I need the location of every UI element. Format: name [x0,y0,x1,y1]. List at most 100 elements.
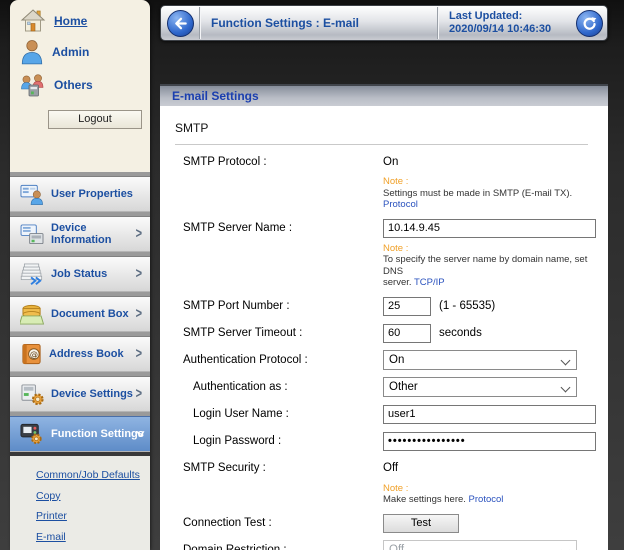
device-information-icon [20,224,45,245]
row-login-password: Login Password : [160,428,608,455]
sidebar-others-label: Others [54,78,93,92]
chevron-right-icon: > [136,386,142,402]
sidebar-item-home[interactable]: Home [10,6,150,36]
auth-protocol-selected-value: On [389,354,404,366]
auth-as-select[interactable]: Other [383,377,577,397]
back-arrow-icon [173,16,188,31]
page: Home Admin Others [0,0,624,550]
home-icon [20,9,46,33]
note-text: Settings must be made in SMTP (E-mail TX… [383,188,572,199]
dropdown-arrow-icon [561,383,571,393]
note-dns: Note : To specify the server name by dom… [383,243,608,289]
smtp-port-input[interactable] [383,297,431,316]
last-updated: Last Updated: 2020/09/14 10:46:30 [449,10,551,36]
topbar-divider [199,7,200,39]
domain-restriction-label: Domain Restriction : [160,544,383,550]
note-security: Note : Make settings here. Protocol [383,483,608,506]
row-login-user: Login User Name : [160,401,608,428]
login-password-label: Login Password : [160,435,383,447]
auth-as-selected-value: Other [389,381,418,393]
smtp-port-label: SMTP Port Number : [160,300,383,312]
smtp-port-range-hint: (1 - 65535) [439,300,495,312]
auth-protocol-label: Authentication Protocol : [160,354,383,366]
row-smtp-timeout: SMTP Server Timeout : seconds [160,320,608,347]
document-box-icon [20,304,45,325]
smtp-protocol-value: On [383,156,398,168]
section-divider [175,144,588,145]
chevron-down-icon: > [131,431,147,437]
menu-label: Address Book [49,348,124,360]
login-password-input[interactable] [383,432,596,451]
sidebar-account-section: Home Admin Others [10,0,150,172]
admin-user-icon [20,39,44,65]
address-book-icon: @ [20,343,43,365]
function-settings-icon [20,423,45,445]
refresh-button[interactable] [576,10,603,37]
chevron-right-icon: > [136,226,142,242]
menu-label: Device Settings [51,388,133,400]
dropdown-arrow-icon [561,356,571,366]
sidebar-item-function-settings[interactable]: Function Settings > [10,416,150,452]
submenu-link-copy[interactable]: Copy [36,486,150,507]
submenu-link-email[interactable]: E-mail [36,527,150,548]
row-smtp-security: SMTP Security : Off [160,455,608,482]
note-title: Note : [383,483,408,494]
device-settings-icon [20,383,45,406]
note-smtp-protocol: Note : Settings must be made in SMTP (E-… [383,176,608,211]
smtp-timeout-label: SMTP Server Timeout : [160,327,383,339]
logout-button[interactable]: Logout [48,110,142,129]
smtp-timeout-unit: seconds [439,327,482,339]
topbar-divider [437,7,438,39]
smtp-security-value: Off [383,462,398,474]
login-user-input[interactable] [383,405,596,424]
last-updated-label: Last Updated: [449,10,551,23]
login-user-label: Login User Name : [160,408,383,420]
row-auth-protocol: Authentication Protocol : On [160,347,608,374]
row-domain-restriction: Domain Restriction : Off [160,537,608,550]
dropdown-arrow-icon [561,546,571,550]
submenu-link-printer[interactable]: Printer [36,506,150,527]
smtp-protocol-label: SMTP Protocol : [160,156,383,168]
sidebar-item-document-box[interactable]: Document Box > [10,296,150,332]
sidebar-item-address-book[interactable]: @ Address Book > [10,336,150,372]
sidebar-admin-label: Admin [52,45,89,59]
menu-label: Job Status [51,268,107,280]
sidebar: Home Admin Others [10,0,150,550]
sidebar-item-user-properties[interactable]: User Properties [10,176,150,212]
connection-test-label: Connection Test : [160,517,383,529]
submenu-link-common-job-defaults[interactable]: Common/Job Defaults [36,465,150,486]
others-users-icon [20,71,46,98]
note-title: Note : [383,243,408,254]
note-text: Make settings here. [383,494,466,505]
row-smtp-protocol: SMTP Protocol : On [160,148,608,175]
auth-as-label: Authentication as : [160,381,383,393]
chevron-right-icon: > [136,306,142,322]
domain-restriction-selected-value: Off [389,544,404,550]
content-panel: E-mail Settings SMTP SMTP Protocol : On … [160,84,608,550]
menu-label: Document Box [51,308,129,320]
smtp-timeout-input[interactable] [383,324,431,343]
auth-protocol-select[interactable]: On [383,350,577,370]
sidebar-item-job-status[interactable]: Job Status > [10,256,150,292]
top-bar: Function Settings : E-mail Last Updated:… [160,5,608,41]
note-text-line2: server. [383,277,412,288]
sidebar-item-admin[interactable]: Admin [10,36,150,68]
section-title-smtp: SMTP [175,121,608,135]
user-properties-icon [20,183,45,205]
note-text-line1: To specify the server name by domain nam… [383,254,587,277]
back-button[interactable] [167,10,194,37]
sidebar-item-others[interactable]: Others [10,68,150,101]
tcpip-link[interactable]: TCP/IP [414,277,445,288]
smtp-server-name-input[interactable] [383,219,596,238]
note-title: Note : [383,176,408,187]
row-connection-test: Connection Test : Test [160,510,608,537]
protocol-link[interactable]: Protocol [383,199,418,210]
protocol-link[interactable]: Protocol [469,494,504,505]
row-smtp-server-name: SMTP Server Name : [160,215,608,242]
sidebar-item-device-information[interactable]: Device Information > [10,216,150,252]
menu-label: User Properties [51,188,133,200]
page-title: Function Settings : E-mail [211,6,359,40]
refresh-icon [582,16,597,31]
test-button[interactable]: Test [383,514,459,533]
sidebar-item-device-settings[interactable]: Device Settings > [10,376,150,412]
